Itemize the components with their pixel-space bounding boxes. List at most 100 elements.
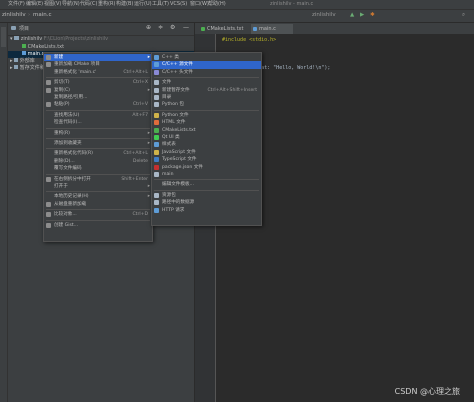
menu-item[interactable]: C/C++ 头文件	[152, 69, 261, 76]
run-config-select[interactable]: zinlishilv	[312, 12, 336, 18]
debug-icon[interactable]: ✱	[370, 12, 375, 18]
menu-item[interactable]: 新建暂存文件 Ctrl+Alt+Shift+Insert	[152, 87, 261, 94]
breadcrumb-file[interactable]: main.c	[33, 12, 52, 18]
tree-item-main-c[interactable]: main.c	[22, 51, 44, 58]
tree-item-cmakelists[interactable]: CMakeLists.txt	[22, 44, 64, 51]
compare-icon	[46, 212, 51, 218]
menu-item-shortcut: Ctrl+D	[132, 212, 148, 218]
python-icon	[154, 112, 159, 118]
build-icon[interactable]: ▲	[350, 12, 354, 18]
menu-item[interactable]: 文件(F)	[8, 1, 25, 8]
gear-icon[interactable]: ⚙	[170, 24, 175, 31]
menu-item[interactable]: 复制(C) ▸	[44, 87, 152, 94]
tree-external-libraries[interactable]: ▸ 外部库	[10, 58, 35, 65]
menu-item[interactable]: 运行(U)	[134, 1, 152, 8]
menu-item[interactable]: 重构(R) ▸	[44, 130, 152, 137]
menu-separator	[46, 219, 150, 221]
menu-item[interactable]: Python 包	[152, 101, 261, 108]
menu-item[interactable]: 目录	[152, 94, 261, 101]
menu-item[interactable]: 粘贴(P) Ctrl+V	[44, 101, 152, 108]
copy-icon	[46, 87, 51, 93]
menu-separator	[46, 191, 150, 193]
menu-item[interactable]: 复制路径/引用...	[44, 94, 152, 101]
tree-root[interactable]: ▾ zinlishilv F:\CLion\Projects\zinlishil…	[10, 36, 108, 43]
menu-item[interactable]: 在右侧拆分中打开 Shift+Enter	[44, 176, 152, 183]
breadcrumb-project[interactable]: zinlishilv	[2, 12, 26, 18]
menu-item[interactable]: 路径中的数据源	[152, 199, 261, 206]
typescript-icon	[154, 157, 159, 163]
tab-cmakelists[interactable]: CMakeLists.txt	[199, 24, 255, 34]
menu-item[interactable]: Python 文件	[152, 112, 261, 119]
menu-item[interactable]: HTTP 请求	[152, 207, 261, 214]
menu-item-label: 目录	[162, 95, 172, 100]
menu-item[interactable]: HTML 文件	[152, 119, 261, 126]
new-icon	[46, 55, 51, 60]
menu-separator	[46, 209, 150, 211]
menu-item-label: 删除(D)...	[54, 158, 75, 164]
menu-item[interactable]: 文件	[152, 79, 261, 86]
menu-item-label: 在右侧拆分中打开	[54, 176, 91, 182]
menu-item[interactable]: 比较对象... Ctrl+D	[44, 211, 152, 218]
chevron-right-icon: ▸	[10, 65, 13, 71]
menu-item[interactable]: Qt UI 类	[152, 134, 261, 141]
hide-icon[interactable]: —	[183, 24, 189, 31]
menu-item[interactable]: VCS(S)	[170, 1, 187, 8]
menu-item[interactable]: 帮助(H)	[208, 1, 226, 8]
menu-item[interactable]: 新建 ▸	[44, 54, 152, 62]
menu-item[interactable]: TypeScript 文件	[152, 156, 261, 163]
target-icon[interactable]: ⊕	[146, 24, 151, 31]
run-icon[interactable]: ▶	[360, 12, 364, 18]
menu-item-label: 复制(C)	[54, 87, 70, 93]
menu-item[interactable]: 重新格式化代码(R) Ctrl+Alt+L	[44, 150, 152, 157]
menu-item[interactable]: 打开于 ▸	[44, 183, 152, 190]
menu-item[interactable]: main	[152, 171, 261, 178]
menu-item[interactable]: 覆写文件编码	[44, 165, 152, 172]
collapse-icon[interactable]: ≑	[158, 24, 163, 31]
menu-item-label: 创建 Gist...	[54, 222, 79, 228]
menu-item-label: Python 文件	[162, 112, 189, 118]
menu-separator	[154, 179, 259, 181]
menu-item[interactable]: 重构(R)	[98, 1, 115, 8]
menu-item[interactable]: C/C++ 源文件	[152, 61, 261, 69]
menu-item-label: 查找用法(U)	[54, 112, 80, 118]
menu-item-label: 粘贴(P)	[54, 102, 70, 108]
menu-item[interactable]: 检查代码(I)...	[44, 119, 152, 126]
menu-item[interactable]: 重新格式化 'main.c' Ctrl+Alt+L	[44, 69, 152, 76]
menu-item-label: 本地历史记录(H)	[54, 194, 89, 200]
menu-item[interactable]: 添加到收藏夹 ▸	[44, 140, 152, 147]
menu-item[interactable]: 重新加载 CMake 项目	[44, 61, 152, 68]
search-icon[interactable]: ⌕	[462, 12, 465, 19]
window-title: zinlishilv - main.c	[270, 1, 314, 7]
menu-item[interactable]: 构建(B)	[116, 1, 133, 8]
navigation-bar: zinlishilv › main.c zinlishilv ▲ ▶ ✱ ⌕	[0, 10, 474, 23]
menu-item[interactable]: 视图(V)	[44, 1, 61, 8]
main-icon	[154, 172, 159, 177]
menu-item[interactable]: 样式表	[152, 141, 261, 148]
menu-item[interactable]: 工具(T)	[152, 1, 169, 8]
menu-item[interactable]: C++ 类	[152, 54, 261, 61]
javascript-icon	[154, 149, 159, 155]
menu-item-label: 资源包	[162, 192, 176, 198]
menu-item[interactable]: 编辑(E)	[26, 1, 43, 8]
menu-item[interactable]: 导航(N)	[62, 1, 80, 8]
menu-item[interactable]: 资源包	[152, 192, 261, 199]
menu-item[interactable]: 本地历史记录(H) ▸	[44, 193, 152, 200]
menu-item-label: 剪切(T)	[54, 80, 70, 86]
menu-item[interactable]: package.json 文件	[152, 164, 261, 171]
menu-item[interactable]: 剪切(T) Ctrl+X	[44, 79, 152, 86]
menu-item[interactable]: CMakeLists.txt	[152, 127, 261, 134]
chevron-right-icon: ▸	[147, 130, 150, 136]
menu-item[interactable]: 创建 Gist...	[44, 222, 152, 229]
menu-item-label: JavaScript 文件	[162, 149, 196, 155]
menu-item[interactable]: 代码(C)	[80, 1, 97, 8]
project-tool-button[interactable]	[1, 27, 6, 47]
project-panel-title[interactable]: 项目	[19, 25, 29, 32]
menu-item[interactable]: 查找用法(U) Alt+F7	[44, 112, 152, 119]
tree-item-label: main.c	[27, 51, 45, 57]
menu-item[interactable]: 从磁盘重新加载	[44, 201, 152, 208]
menu-item[interactable]: 删除(D)... Delete	[44, 158, 152, 165]
menu-item[interactable]: JavaScript 文件	[152, 149, 261, 156]
menu-item[interactable]: 窗口(W)	[190, 1, 209, 8]
watermark: CSDN @心理之旅	[394, 387, 460, 396]
menu-item[interactable]: 编辑文件模板...	[152, 181, 261, 188]
